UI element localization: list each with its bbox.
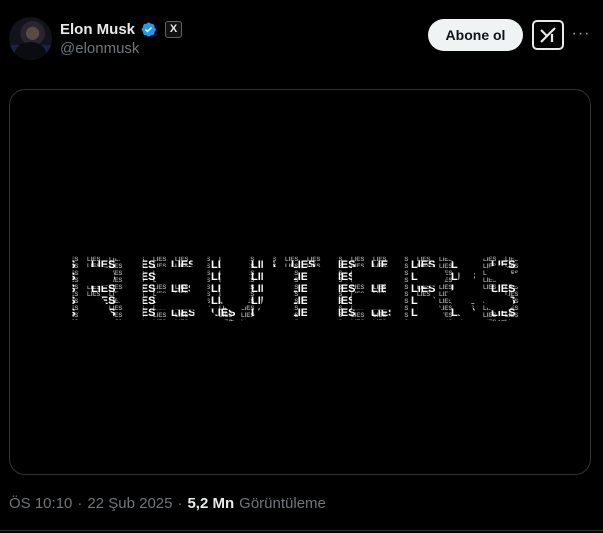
- follow-button[interactable]: Abone ol: [428, 19, 523, 51]
- verified-badge-icon: [141, 22, 156, 36]
- tweet-media[interactable]: LIES LIES REUTERS REUTERS: [9, 89, 591, 475]
- avatar[interactable]: [9, 17, 52, 60]
- tweet-header: Elon Musk X @elonmusk Abone ol ···: [0, 0, 603, 80]
- x-logo-icon: X: [165, 20, 183, 38]
- author-name-row: Elon Musk X: [60, 19, 183, 39]
- tweet-meta: ÖS 10:10 · 22 Şub 2025 · 5,2 Mn Görüntül…: [9, 493, 326, 513]
- tweet-date[interactable]: 22 Şub 2025: [87, 495, 172, 512]
- grok-icon: [540, 27, 556, 43]
- meta-separator: ·: [77, 494, 83, 512]
- meta-separator: ·: [177, 494, 183, 512]
- views-count[interactable]: 5,2 Mn: [187, 495, 234, 512]
- author-handle[interactable]: @elonmusk: [60, 40, 139, 57]
- grok-button[interactable]: [532, 20, 564, 50]
- more-icon[interactable]: ···: [570, 22, 592, 46]
- divider: [0, 530, 603, 531]
- avatar-figure: [15, 42, 46, 60]
- tweet-time[interactable]: ÖS 10:10: [9, 495, 72, 512]
- svg-text:REUTERS: REUTERS: [66, 238, 534, 340]
- media-image-reuters-lies: LIES LIES REUTERS REUTERS: [66, 238, 534, 340]
- author-display-name[interactable]: Elon Musk: [60, 21, 135, 38]
- views-label: Görüntüleme: [239, 494, 326, 512]
